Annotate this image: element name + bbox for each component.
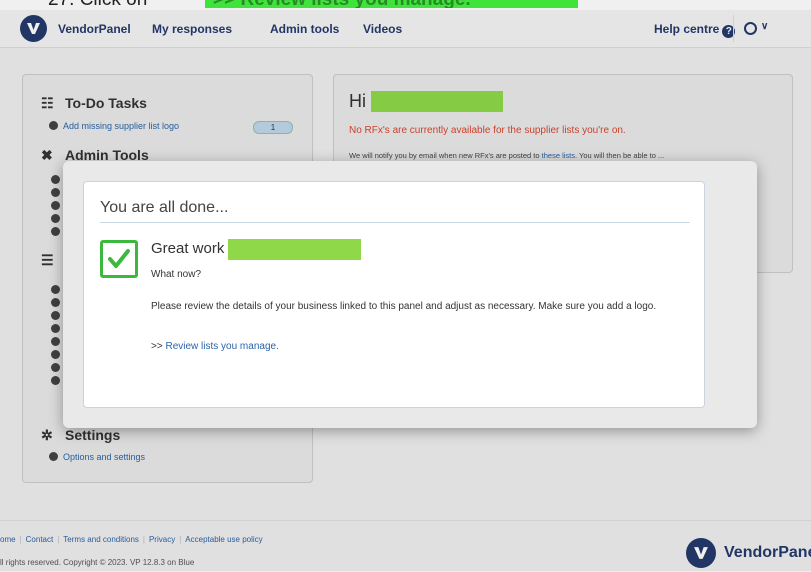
great-work-text: Great work [151, 240, 225, 257]
instruction-text: 27. Click on [48, 0, 147, 11]
review-prefix: >> [151, 341, 166, 352]
modal-title: You are all done... [100, 199, 229, 216]
modal-content: You are all done... Great work What now?… [83, 181, 705, 408]
what-now-text: What now? [151, 269, 202, 280]
review-row: >> Review lists you manage. [151, 341, 279, 352]
instruction-highlight: >> Review lists you manage. [205, 0, 578, 8]
redacted-name [228, 239, 361, 260]
completion-modal: You are all done... Great work What now?… [63, 161, 757, 428]
review-lists-link[interactable]: Review lists you manage. [165, 341, 278, 352]
instruction-banner: 27. Click on >> Review lists you manage. [0, 0, 811, 10]
title-divider [100, 222, 690, 223]
instructions-text: Please review the details of your busine… [151, 301, 657, 312]
check-icon [100, 240, 138, 278]
